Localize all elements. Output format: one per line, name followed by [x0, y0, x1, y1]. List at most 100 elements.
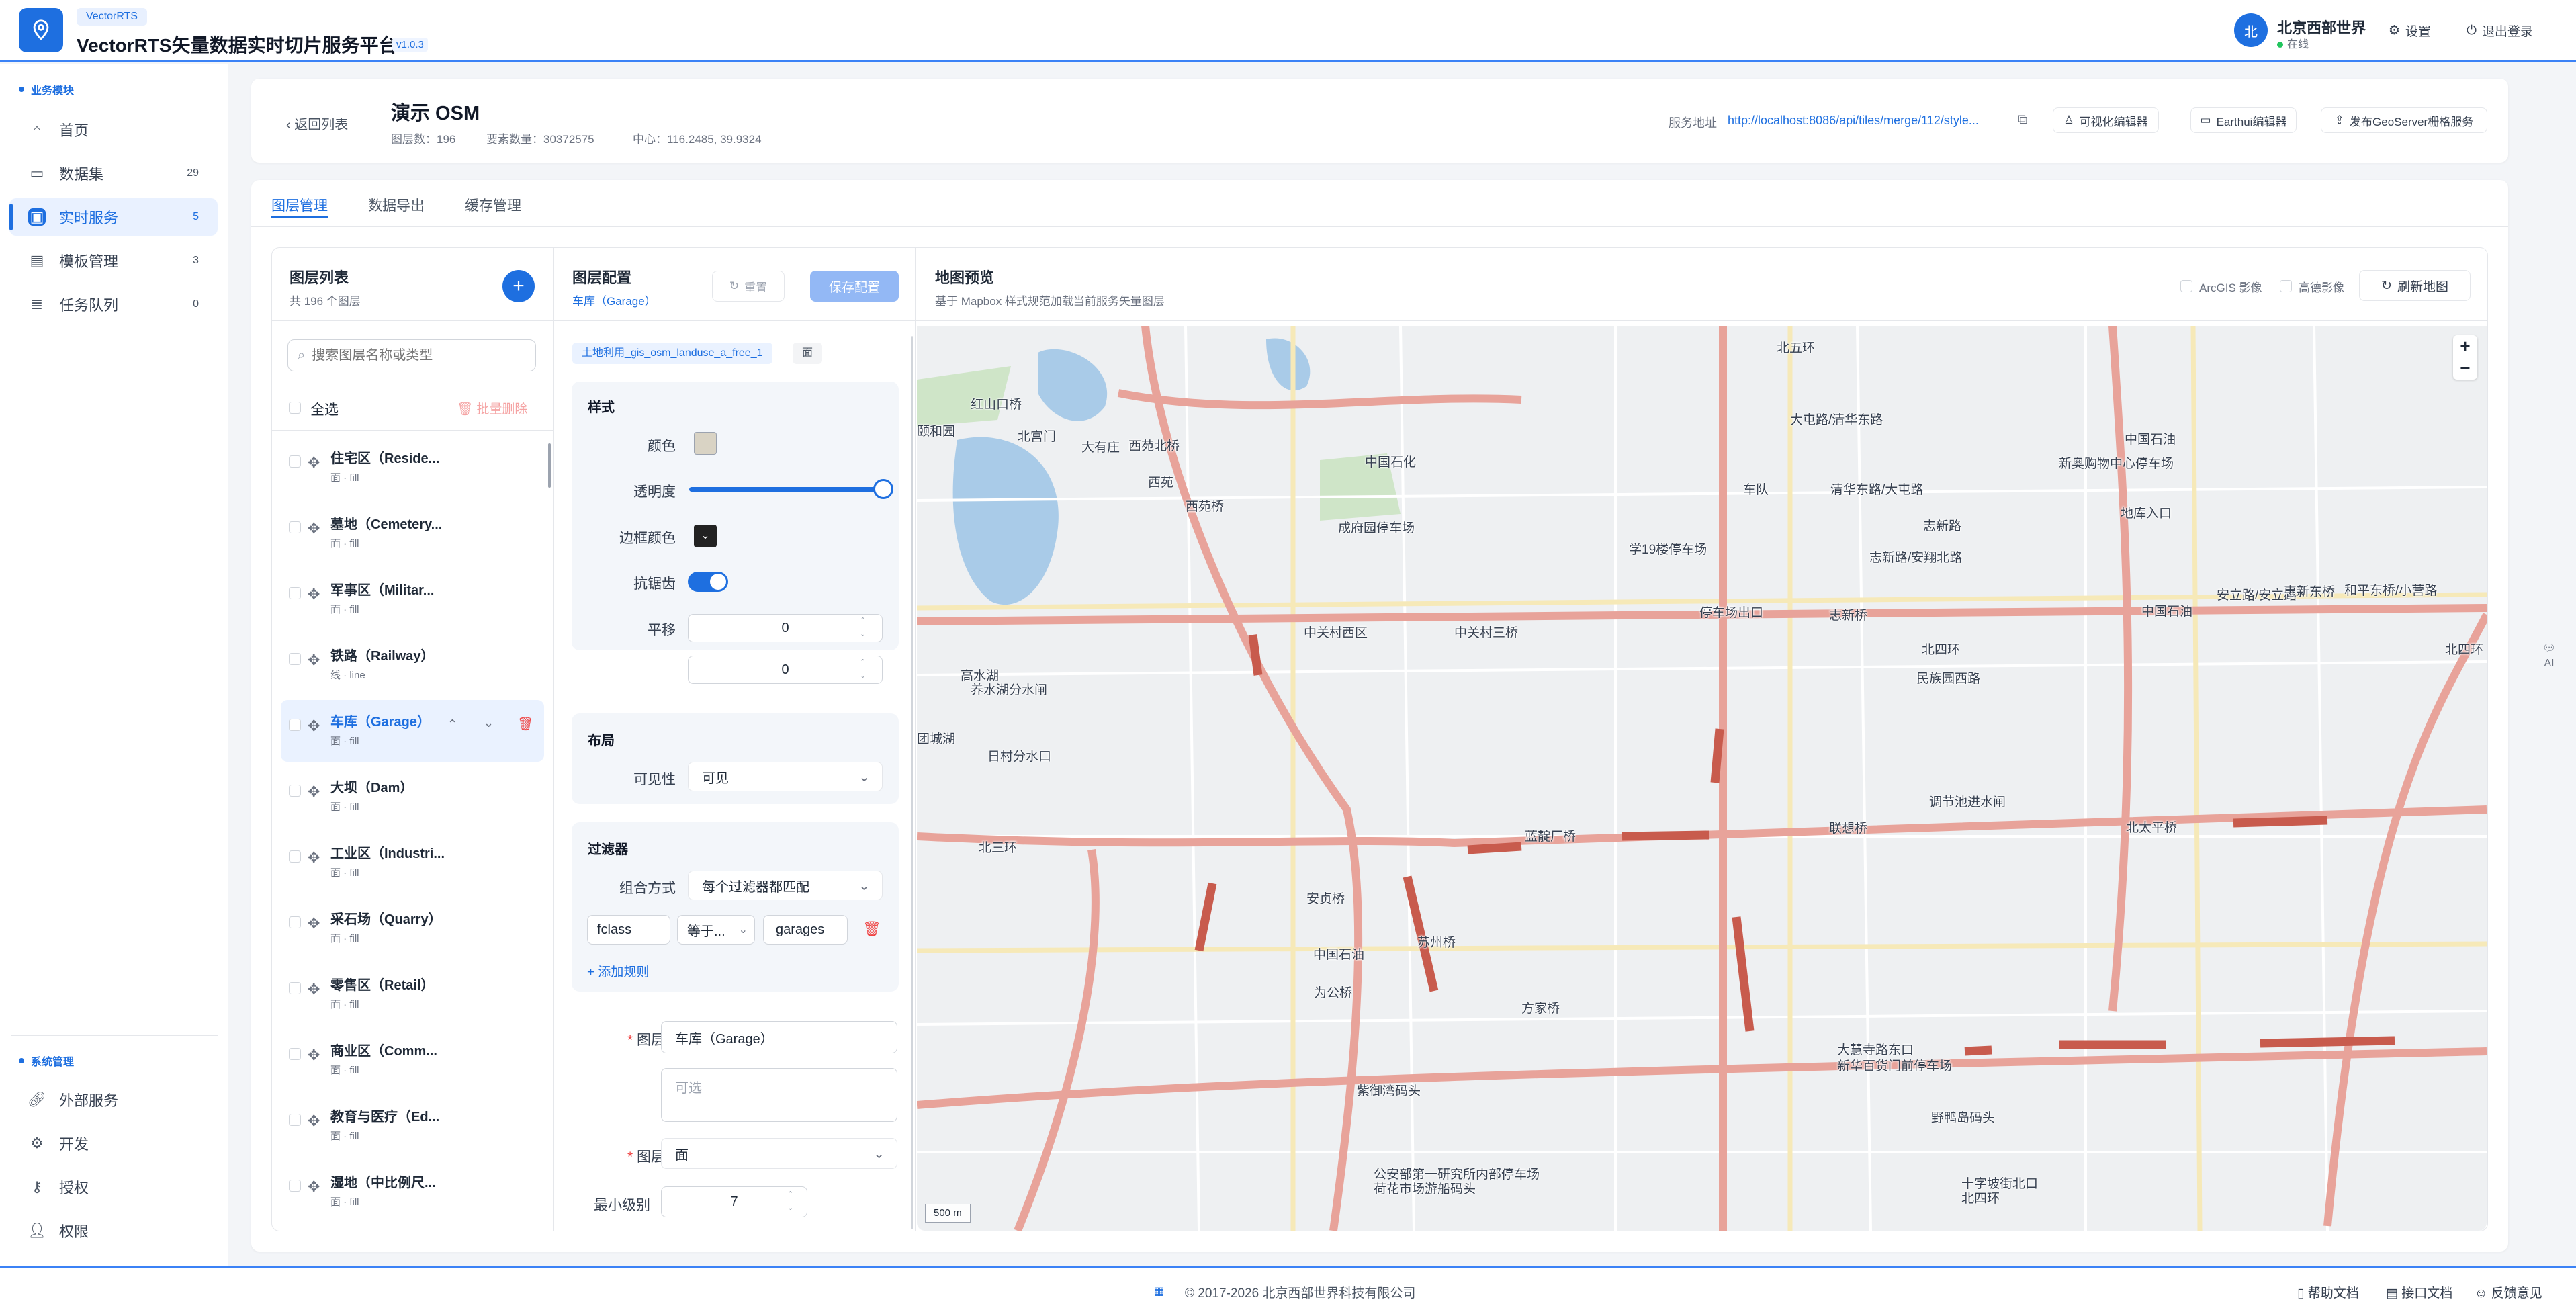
- chevron-down-icon[interactable]: ⌄: [484, 716, 494, 730]
- chevron-up-icon[interactable]: ⌃: [447, 717, 457, 732]
- sidebar-item-datasets[interactable]: ▭ 数据集 29: [9, 155, 218, 192]
- border-color-swatch[interactable]: ⌄: [694, 525, 717, 547]
- stepper-icon[interactable]: ⌃ ⌄: [860, 656, 866, 683]
- translate-x-input[interactable]: 0: [688, 614, 883, 642]
- layer-row[interactable]: ✥ 大坝（Dam） 面 · fill: [281, 766, 544, 828]
- delete-layer-icon[interactable]: 🗑︎: [517, 716, 533, 732]
- drag-handle-icon[interactable]: ✥: [308, 454, 320, 472]
- layer-search-field[interactable]: ⌕: [287, 339, 536, 371]
- sidebar-item-license[interactable]: ⚷ 授权: [9, 1168, 218, 1206]
- layer-row[interactable]: ✥ 车库（Garage） 面 · fill ⌃ ⌄ 🗑︎: [281, 700, 544, 762]
- copy-icon[interactable]: ⧉: [2018, 112, 2027, 128]
- description-textarea[interactable]: 可选: [661, 1068, 897, 1122]
- layer-checkbox[interactable]: [289, 982, 301, 994]
- drag-handle-icon[interactable]: ✥: [308, 849, 320, 867]
- layer-type-select[interactable]: 面 ⌄: [661, 1138, 897, 1169]
- feedback-link[interactable]: ☺ 反馈意见: [2475, 1283, 2542, 1301]
- publish-geoserver-button[interactable]: ⇪ 发布GeoServer栅格服务: [2321, 107, 2487, 133]
- sidebar-item-external[interactable]: 🔗︎ 外部服务: [9, 1081, 218, 1118]
- drag-handle-icon[interactable]: ✥: [308, 717, 320, 735]
- sidebar-item-tasks[interactable]: ≣ 任务队列 0: [9, 286, 218, 323]
- drag-handle-icon[interactable]: ✥: [308, 1047, 320, 1064]
- layer-row[interactable]: ✥ 铁路（Railway） 线 · line: [281, 634, 544, 696]
- layer-row[interactable]: ✥ 教育与医疗（Ed... 面 · fill: [281, 1095, 544, 1157]
- drag-handle-icon[interactable]: ✥: [308, 520, 320, 537]
- app-logo[interactable]: [19, 8, 63, 52]
- layer-row[interactable]: ✥ 零售区（Retail） 面 · fill: [281, 963, 544, 1025]
- layer-checkbox[interactable]: [289, 916, 301, 928]
- logout-button[interactable]: ⏻ 退出登录: [2467, 21, 2533, 40]
- drag-handle-icon[interactable]: ✥: [308, 981, 320, 998]
- help-docs-link[interactable]: ▯ 帮助文档: [2297, 1283, 2359, 1301]
- config-scrollbar[interactable]: [911, 336, 913, 1229]
- combine-select[interactable]: 每个过滤器都匹配 ⌄: [688, 871, 883, 900]
- layer-row[interactable]: ✥ 湿地（中比例尺... 面 · fill: [281, 1161, 544, 1223]
- sidebar-item-dev[interactable]: ⚙ 开发: [9, 1125, 218, 1162]
- layer-checkbox[interactable]: [289, 653, 301, 665]
- avatar[interactable]: 北: [2234, 13, 2268, 47]
- visibility-select[interactable]: 可见 ⌄: [688, 762, 883, 791]
- drag-handle-icon[interactable]: ✥: [308, 586, 320, 603]
- filter-value-input[interactable]: garages: [763, 915, 848, 945]
- tab-cache[interactable]: 缓存管理: [465, 195, 521, 215]
- layer-row[interactable]: ✥ 军事区（Militar... 面 · fill: [281, 568, 544, 630]
- zoom-in-button[interactable]: +: [2453, 335, 2477, 357]
- layer-checkbox[interactable]: [289, 1114, 301, 1126]
- filter-field-input[interactable]: fclass: [587, 915, 670, 945]
- map-canvas[interactable]: + − 500 m 北五环 红山口桥 颐和园 大有庄 西苑北桥 北宫门 西苑 西苑桥 中国石化 大屯…: [917, 326, 2487, 1231]
- refresh-map-button[interactable]: ↻ 刷新地图: [2359, 270, 2471, 301]
- layer-row[interactable]: ✥ 采石场（Quarry） 面 · fill: [281, 897, 544, 959]
- layer-checkbox[interactable]: [289, 587, 301, 599]
- layer-checkbox[interactable]: [289, 521, 301, 533]
- service-url[interactable]: http://localhost:8086/api/tiles/merge/11…: [1728, 114, 1979, 128]
- api-docs-link[interactable]: ▤ 接口文档: [2386, 1283, 2452, 1301]
- layer-row[interactable]: ✥ 商业区（Comm... 面 · fill: [281, 1029, 544, 1091]
- visual-editor-button[interactable]: ♙ 可视化编辑器: [2053, 107, 2159, 133]
- drag-handle-icon[interactable]: ✥: [308, 915, 320, 932]
- layer-checkbox[interactable]: [289, 1180, 301, 1192]
- translate-y-input[interactable]: 0: [688, 656, 883, 684]
- layer-checkbox[interactable]: [289, 1048, 301, 1060]
- layer-row[interactable]: ✥ 住宅区（Reside... 面 · fill: [281, 437, 544, 498]
- settings-button[interactable]: ⚙ 设置: [2389, 21, 2431, 40]
- select-all-checkbox[interactable]: [289, 402, 301, 414]
- ai-assistant-tab[interactable]: 💬︎ AI: [2540, 642, 2559, 671]
- layer-row[interactable]: ✥ 墓地（Cemetery... 面 · fill: [281, 502, 544, 564]
- add-rule-button[interactable]: + 添加规则: [587, 962, 649, 980]
- layer-checkbox[interactable]: [289, 719, 301, 731]
- layer-checkbox[interactable]: [289, 850, 301, 863]
- drag-handle-icon[interactable]: ✥: [308, 1112, 320, 1130]
- sidebar-item-home[interactable]: ⌂ 首页: [9, 111, 218, 148]
- opacity-slider-handle[interactable]: [873, 479, 893, 499]
- drag-handle-icon[interactable]: ✥: [308, 1178, 320, 1196]
- layer-name-input[interactable]: 车库（Garage）: [661, 1021, 897, 1053]
- layer-search-input[interactable]: [312, 347, 514, 363]
- earthui-editor-button[interactable]: ▭ Earthui编辑器: [2190, 107, 2297, 133]
- gaode-checkbox[interactable]: [2280, 280, 2292, 292]
- minzoom-input[interactable]: 7: [661, 1186, 807, 1217]
- layer-checkbox[interactable]: [289, 785, 301, 797]
- sidebar-item-templates[interactable]: ▤ 模板管理 3: [9, 242, 218, 279]
- save-config-button[interactable]: 保存配置: [810, 271, 899, 302]
- filter-operator-select[interactable]: 等于... ⌄: [677, 915, 755, 945]
- layer-row[interactable]: ✥ 工业区（Industri... 面 · fill: [281, 832, 544, 893]
- drag-handle-icon[interactable]: ✥: [308, 652, 320, 669]
- antialias-toggle[interactable]: [688, 572, 728, 592]
- delete-rule-icon[interactable]: 🗑︎: [862, 920, 881, 938]
- stepper-icon[interactable]: ⌃ ⌄: [860, 614, 866, 641]
- stepper-icon[interactable]: ⌃ ⌄: [787, 1188, 793, 1215]
- reset-button[interactable]: ↻ 重置: [712, 271, 785, 302]
- tab-layers[interactable]: 图层管理: [271, 195, 328, 215]
- layer-checkbox[interactable]: [289, 455, 301, 468]
- layer-list-scrollbar[interactable]: [548, 443, 551, 488]
- sidebar-item-permission[interactable]: 👤︎ 权限: [9, 1212, 218, 1249]
- arcgis-checkbox[interactable]: [2180, 280, 2192, 292]
- drag-handle-icon[interactable]: ✥: [308, 783, 320, 801]
- sidebar-item-realtime[interactable]: ▣ 实时服务 5: [9, 198, 218, 236]
- batch-delete-button[interactable]: 🗑︎ 批量删除: [457, 399, 527, 417]
- add-layer-button[interactable]: +: [502, 270, 535, 302]
- fill-color-swatch[interactable]: [694, 432, 717, 455]
- zoom-out-button[interactable]: −: [2453, 357, 2477, 380]
- back-button[interactable]: ‹ 返回列表: [286, 114, 348, 133]
- opacity-slider-track[interactable]: [689, 487, 883, 492]
